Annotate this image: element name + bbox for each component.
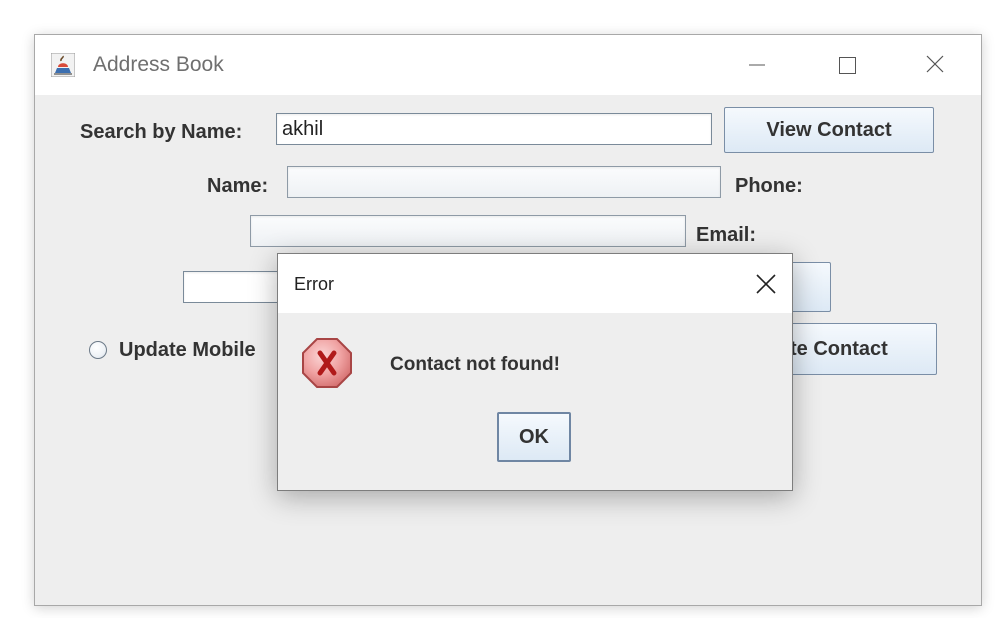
view-contact-button[interactable]: View Contact [724,107,934,153]
name-label: Name: [207,175,269,197]
dialog-title: Error [294,274,334,294]
update-mobile-radio[interactable] [89,341,107,359]
window-title: Address Book [93,53,224,76]
phone-label: Phone: [735,175,803,197]
title-bar[interactable]: Address Book [35,35,981,95]
email-label: Email: [696,224,757,246]
error-x-icon [302,338,352,388]
error-dialog: Error Contact not found! OK [277,253,793,491]
minimize-icon [749,64,765,66]
maximize-button[interactable] [819,35,875,95]
close-icon [926,55,944,73]
update-mobile-label: Update Mobile [119,339,256,361]
close-icon [756,274,776,294]
ok-label: OK [519,426,549,448]
java-coffee-cup-icon [51,53,75,77]
phone-input[interactable] [250,215,686,247]
close-window-button[interactable] [907,35,963,95]
dialog-close-button[interactable] [746,264,786,304]
dialog-title-bar[interactable]: Error [278,254,792,313]
minimize-button[interactable] [729,35,785,95]
ok-button[interactable]: OK [497,412,571,462]
maximize-icon [839,57,856,74]
name-input[interactable] [287,166,721,198]
search-by-name-label: Search by Name: [80,121,243,143]
error-message: Contact not found! [390,354,560,375]
search-name-input[interactable]: akhil [276,113,712,145]
